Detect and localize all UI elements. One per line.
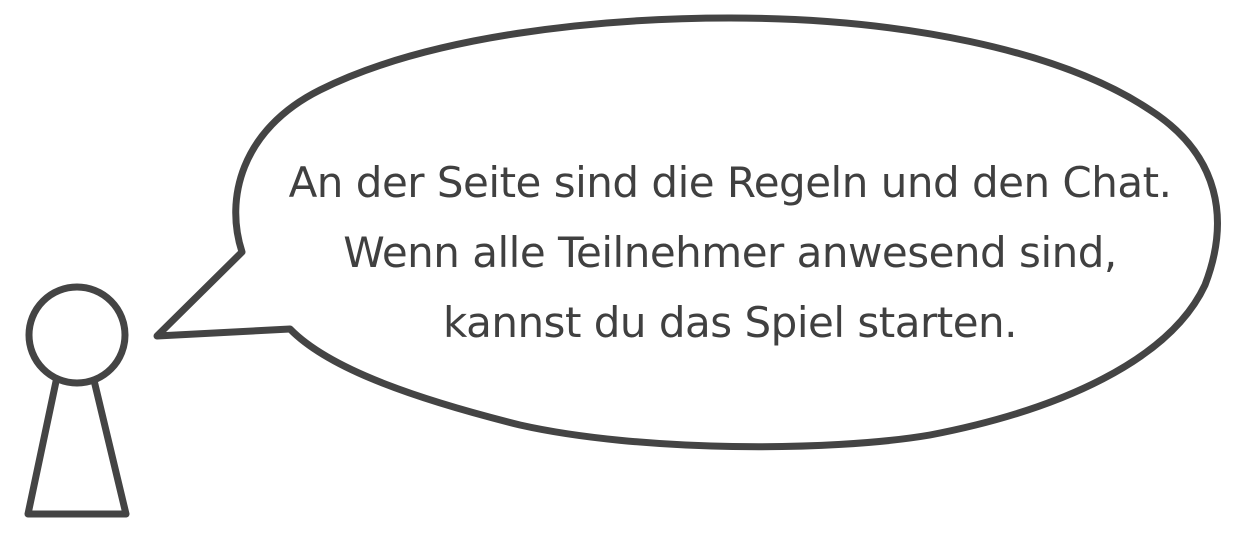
speech-line-2: Wenn alle Teilnehmer anwesend sind,	[343, 228, 1117, 277]
speech-line-3: kannst du das Spiel starten.	[443, 298, 1018, 347]
speech-line-1: An der Seite sind die Regeln und den Cha…	[288, 158, 1172, 207]
pawn-figure-icon	[24, 283, 130, 518]
pawn-body	[24, 368, 130, 518]
speech-bubble-text: An der Seite sind die Regeln und den Cha…	[262, 148, 1198, 358]
pawn-head	[25, 283, 129, 387]
